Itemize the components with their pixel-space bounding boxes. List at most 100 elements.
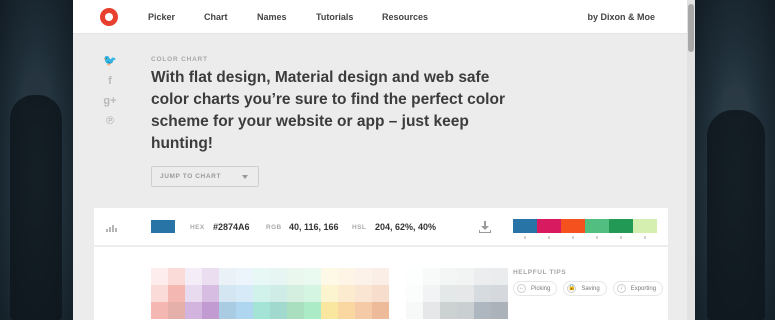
color-cell[interactable] [423, 285, 440, 302]
color-cell[interactable] [236, 285, 253, 302]
tip-picking[interactable]: ← Picking [513, 281, 558, 296]
palette-remove-handle[interactable] [585, 236, 609, 240]
color-cell[interactable] [440, 268, 457, 285]
color-cell[interactable] [185, 268, 202, 285]
hsl-value[interactable]: 204, 62%, 40% [375, 222, 436, 232]
color-chart-row [151, 302, 508, 319]
color-cell[interactable] [185, 285, 202, 302]
color-cell[interactable] [355, 285, 372, 302]
color-cell[interactable] [491, 285, 508, 302]
color-cell[interactable] [253, 268, 270, 285]
color-cell[interactable] [457, 302, 474, 319]
color-cell[interactable] [168, 302, 185, 319]
color-cell[interactable] [202, 268, 219, 285]
palette-remove-handle[interactable] [561, 236, 585, 240]
color-cell[interactable] [168, 268, 185, 285]
color-cell[interactable] [457, 285, 474, 302]
palette-remove-handle[interactable] [537, 236, 561, 240]
palette-remove-handle[interactable] [513, 236, 537, 240]
color-cell[interactable] [372, 285, 389, 302]
facebook-icon[interactable]: f [103, 75, 117, 88]
jump-to-chart-dropdown[interactable]: JUMP TO CHART [151, 166, 259, 187]
color-cell[interactable] [270, 302, 287, 319]
twitter-icon[interactable]: 🐦 [103, 55, 117, 68]
color-cell[interactable] [321, 302, 338, 319]
color-cell[interactable] [219, 285, 236, 302]
palette-swatch[interactable] [633, 219, 657, 233]
color-cell[interactable] [355, 302, 372, 319]
page-headline: With flat design, Material design and we… [151, 69, 505, 152]
palette-remove-handle[interactable] [609, 236, 633, 240]
color-cell[interactable] [236, 268, 253, 285]
palette-swatch[interactable] [585, 219, 609, 233]
color-cell[interactable] [202, 302, 219, 319]
color-cell[interactable] [321, 268, 338, 285]
color-chart-row [151, 268, 508, 285]
color-cell[interactable] [474, 302, 491, 319]
color-cell[interactable] [219, 302, 236, 319]
byline-link[interactable]: by Dixon & Moe [587, 12, 655, 22]
nav-item-resources[interactable]: Resources [382, 12, 428, 22]
color-cell[interactable] [338, 268, 355, 285]
color-cell[interactable] [236, 302, 253, 319]
page-scrollbar[interactable] [687, 0, 695, 320]
color-cell[interactable] [474, 285, 491, 302]
color-cell[interactable] [219, 268, 236, 285]
nav-item-tutorials[interactable]: Tutorials [316, 12, 353, 22]
helpful-tips-title: HELPFUL TIPS [513, 269, 567, 276]
color-cell[interactable] [372, 268, 389, 285]
color-cell[interactable] [457, 268, 474, 285]
palette-swatch[interactable] [537, 219, 561, 233]
rgb-label: RGB [266, 224, 282, 231]
color-cell[interactable] [491, 268, 508, 285]
color-cell[interactable] [202, 285, 219, 302]
hsl-label: HSL [352, 224, 367, 231]
rgb-value[interactable]: 40, 116, 166 [289, 222, 339, 232]
color-cell[interactable] [270, 268, 287, 285]
color-cell[interactable] [304, 268, 321, 285]
color-cell[interactable] [338, 285, 355, 302]
color-cell[interactable] [338, 302, 355, 319]
color-cell[interactable] [372, 302, 389, 319]
color-cell[interactable] [406, 285, 423, 302]
color-cell[interactable] [185, 302, 202, 319]
pinterest-icon[interactable]: ℗ [103, 115, 117, 128]
color-cell[interactable] [321, 285, 338, 302]
nav-item-chart[interactable]: Chart [204, 12, 228, 22]
color-cell[interactable] [406, 268, 423, 285]
color-cell[interactable] [423, 302, 440, 319]
color-cell[interactable] [406, 302, 423, 319]
palette-swatch[interactable] [609, 219, 633, 233]
color-cell[interactable] [304, 302, 321, 319]
color-cell[interactable] [151, 285, 168, 302]
color-cell[interactable] [151, 268, 168, 285]
color-cell[interactable] [168, 285, 185, 302]
color-cell[interactable] [304, 285, 321, 302]
color-cell[interactable] [287, 268, 304, 285]
color-cell[interactable] [287, 285, 304, 302]
color-cell[interactable] [440, 302, 457, 319]
scrollbar-thumb[interactable] [688, 4, 694, 52]
palette-swatch[interactable] [513, 219, 537, 233]
nav-item-names[interactable]: Names [257, 12, 287, 22]
nav-item-picker[interactable]: Picker [148, 12, 175, 22]
tip-exporting[interactable]: ↓ Exporting [612, 281, 664, 296]
color-cell[interactable] [423, 268, 440, 285]
color-cell[interactable] [491, 302, 508, 319]
color-cell[interactable] [253, 285, 270, 302]
google-plus-icon[interactable]: g+ [103, 95, 117, 108]
color-cell[interactable] [151, 302, 168, 319]
site-logo[interactable] [100, 8, 118, 26]
tip-saving[interactable]: 🔒 Saving [563, 281, 607, 296]
palette-swatch[interactable] [561, 219, 585, 233]
color-cell[interactable] [355, 268, 372, 285]
palette-remove-handle[interactable] [633, 236, 657, 240]
color-cell[interactable] [270, 285, 287, 302]
color-cell[interactable] [440, 285, 457, 302]
bar-chart-icon[interactable] [106, 224, 117, 232]
color-cell[interactable] [253, 302, 270, 319]
download-icon[interactable] [479, 221, 491, 233]
hex-value[interactable]: #2874A6 [213, 222, 250, 232]
color-cell[interactable] [287, 302, 304, 319]
color-cell[interactable] [474, 268, 491, 285]
